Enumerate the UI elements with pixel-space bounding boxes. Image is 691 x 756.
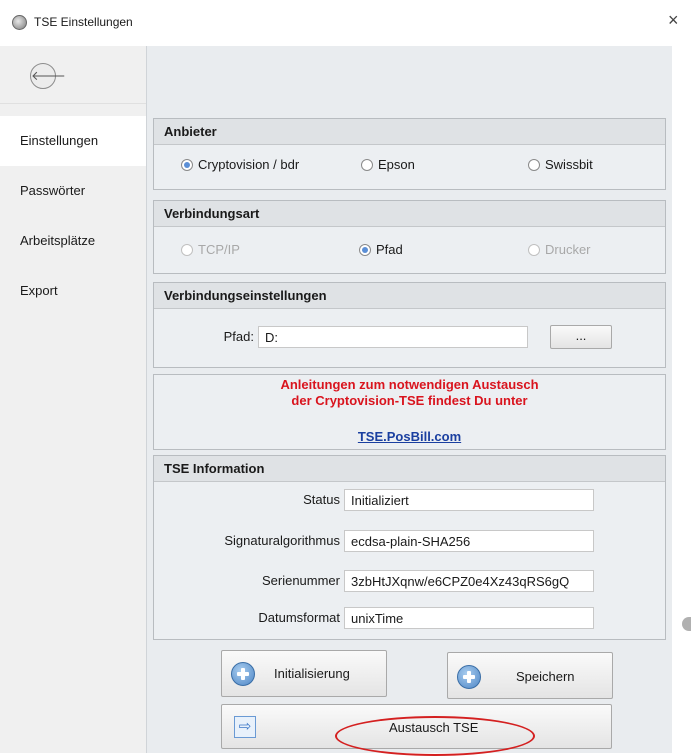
status-label: Status — [303, 492, 340, 507]
sidebar-divider — [0, 103, 146, 104]
anleitung-line-1: Anleitungen zum notwendigen Austausch — [280, 377, 539, 392]
status-field[interactable]: Initializiert — [344, 489, 594, 511]
anbieter-group: Anbieter Cryptovision / bdr Epson Swissb… — [153, 118, 666, 190]
posbill-link[interactable]: TSE.PosBill.com — [153, 429, 666, 444]
anbieter-heading: Anbieter — [154, 119, 665, 145]
radio-drucker[interactable]: Drucker — [528, 242, 591, 257]
radio-label: Swissbit — [545, 157, 593, 172]
radio-label: TCP/IP — [198, 242, 240, 257]
sidebar: 🡐 Einstellungen Passwörter Arbeitsplätze… — [0, 46, 146, 753]
edge-scroll-icon — [682, 617, 691, 631]
radio-unchecked-icon — [181, 243, 193, 256]
tse-information-heading: TSE Information — [154, 456, 665, 482]
speichern-button[interactable]: Speichern — [447, 652, 613, 699]
radio-label: Epson — [378, 157, 415, 172]
browse-button[interactable]: ... — [550, 325, 612, 349]
arrow-right-icon: ⇨ — [234, 716, 256, 738]
signaturalgorithmus-field[interactable]: ecdsa-plain-SHA256 — [344, 530, 594, 552]
datumsformat-field[interactable]: unixTime — [344, 607, 594, 629]
signaturalgorithmus-label: Signaturalgorithmus — [224, 533, 340, 548]
plus-icon — [231, 662, 255, 686]
verbindungsart-group: Verbindungsart TCP/IP Pfad Drucker — [153, 200, 666, 274]
initialisierung-button[interactable]: Initialisierung — [221, 650, 387, 697]
datumsformat-label: Datumsformat — [258, 610, 340, 625]
sidebar-item-export[interactable]: Export — [0, 266, 146, 316]
initialisierung-label: Initialisierung — [274, 666, 350, 681]
radio-unchecked-icon — [528, 243, 540, 256]
title-bar: TSE Einstellungen × — [0, 0, 691, 46]
verbindungseinstellungen-group: Verbindungseinstellungen Pfad: D: ... — [153, 282, 666, 368]
radio-pfad[interactable]: Pfad — [359, 242, 403, 257]
radio-cryptovision[interactable]: Cryptovision / bdr — [181, 157, 299, 172]
window-title: TSE Einstellungen — [34, 15, 133, 29]
radio-epson[interactable]: Epson — [361, 157, 415, 172]
radio-tcpip[interactable]: TCP/IP — [181, 242, 240, 257]
serienummer-field[interactable]: 3zbHtJXqnw/e6CPZ0e4Xz43qRS6gQ — [344, 570, 594, 592]
radio-checked-icon — [181, 158, 193, 171]
highlight-oval — [335, 716, 535, 756]
pfad-label: Pfad: — [223, 329, 254, 344]
radio-label: Cryptovision / bdr — [198, 157, 300, 172]
radio-checked-icon — [359, 243, 371, 256]
radio-label: Pfad — [376, 242, 403, 257]
close-icon[interactable]: × — [668, 10, 679, 31]
plus-icon — [457, 665, 481, 689]
radio-swissbit[interactable]: Swissbit — [528, 157, 593, 172]
radio-label: Drucker — [545, 242, 591, 257]
verbindungsart-heading: Verbindungsart — [154, 201, 665, 227]
pfad-input[interactable]: D: — [258, 326, 528, 348]
radio-unchecked-icon — [528, 158, 540, 171]
content-header — [146, 46, 672, 102]
anleitung-line-2: der Cryptovision-TSE findest Du unter — [291, 393, 528, 408]
app-icon — [12, 15, 27, 30]
verbindungseinstellungen-heading: Verbindungseinstellungen — [154, 283, 665, 309]
speichern-label: Speichern — [516, 669, 575, 684]
serienummer-label: Serienummer — [261, 573, 340, 588]
sidebar-item-arbeitsplaetze[interactable]: Arbeitsplätze — [0, 216, 146, 266]
back-arrow-icon[interactable]: 🡐 — [30, 63, 66, 89]
sidebar-item-passwoerter[interactable]: Passwörter — [0, 166, 146, 216]
radio-unchecked-icon — [361, 158, 373, 171]
sidebar-item-einstellungen[interactable]: Einstellungen — [0, 116, 146, 166]
tse-information-group: TSE Information Status Initializiert Sig… — [153, 455, 666, 640]
